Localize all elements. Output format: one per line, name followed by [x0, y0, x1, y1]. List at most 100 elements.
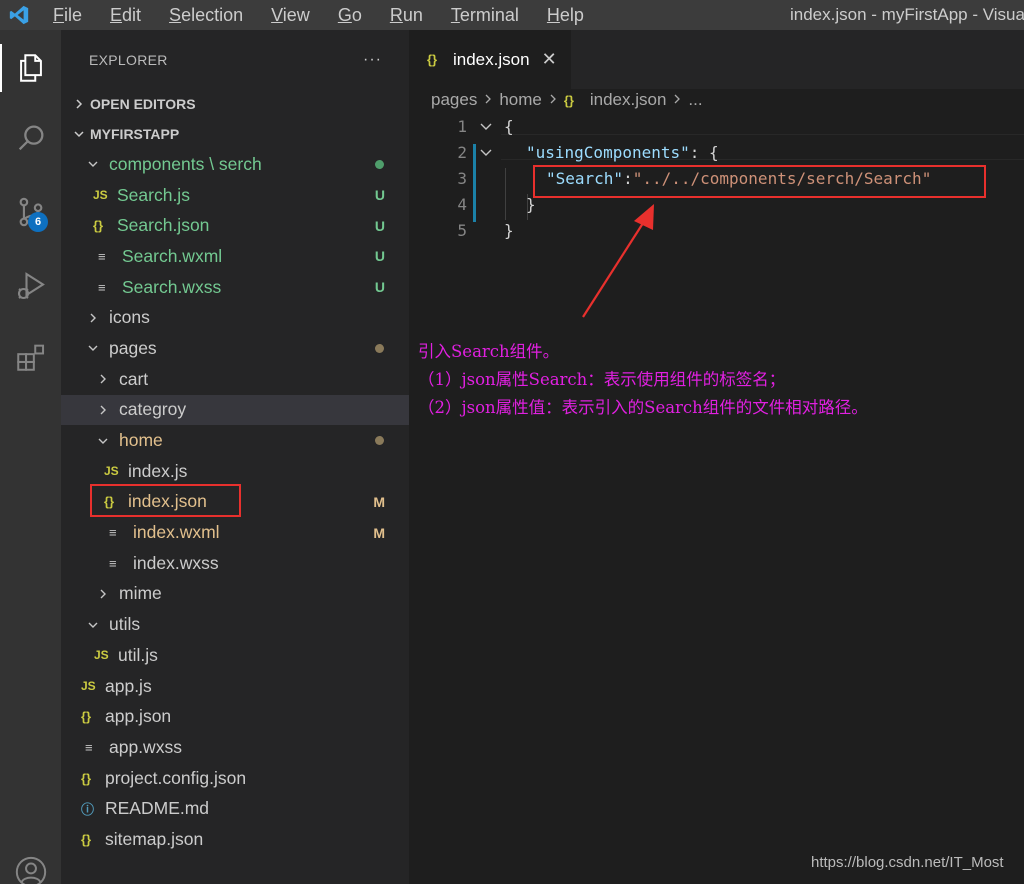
- menu-mnemonic: R: [389, 5, 403, 25]
- breadcrumb-item[interactable]: pages: [431, 90, 477, 110]
- git-status-badge: M: [373, 493, 385, 510]
- chevron-right-icon: [93, 588, 113, 600]
- breadcrumb-separator-icon: [483, 90, 493, 110]
- menu-item-run[interactable]: Run: [375, 0, 436, 30]
- git-status-badge: U: [374, 187, 385, 204]
- tree-item[interactable]: components \ serch: [61, 149, 409, 180]
- menu-label: ile: [64, 5, 83, 25]
- editor-area: {} index.json ✕ pages home {} index.json...…: [409, 30, 1024, 884]
- project-label: MYFIRSTAPP: [90, 126, 180, 142]
- tree-item[interactable]: JS app.js: [61, 671, 409, 702]
- close-icon[interactable]: ✕: [542, 49, 557, 70]
- tree-item-label: Search.js: [117, 184, 190, 205]
- menu-item-edit[interactable]: Edit: [95, 0, 154, 30]
- tree-item[interactable]: ≡ app.wxss: [61, 732, 409, 763]
- breadcrumb-item[interactable]: index.json: [590, 90, 667, 110]
- tree-item-label: util.js: [118, 644, 158, 665]
- menu-label: un: [402, 5, 423, 25]
- menu-label: erminal: [459, 5, 519, 25]
- line-number: 4: [457, 195, 467, 214]
- text-file-icon: ≡: [98, 248, 106, 264]
- tab-index-json[interactable]: {} index.json ✕: [409, 30, 571, 89]
- json-file-icon: {}: [81, 709, 92, 725]
- code-brace: }: [504, 221, 514, 240]
- explorer-icon[interactable]: [0, 38, 61, 98]
- menu-item-terminal[interactable]: Terminal: [436, 0, 532, 30]
- tree-item[interactable]: {} project.config.json: [61, 763, 409, 794]
- run-debug-icon[interactable]: [0, 256, 61, 316]
- tree-item[interactable]: ⓘ README.md: [61, 793, 409, 824]
- menu-item-help[interactable]: Help: [532, 0, 597, 30]
- vscode-logo-icon: [0, 0, 38, 30]
- extensions-icon[interactable]: [0, 327, 61, 387]
- tree-item[interactable]: icons: [61, 302, 409, 333]
- tree-item[interactable]: home: [61, 425, 409, 456]
- text-file-icon: ≡: [98, 279, 106, 295]
- modified-dot-icon: [375, 159, 384, 169]
- tree-item[interactable]: JS Search.js U: [61, 180, 409, 211]
- code-line: 5}: [409, 218, 1024, 244]
- chevron-down-icon: [68, 128, 90, 140]
- tree-item-label: icons: [109, 307, 150, 328]
- info-icon: ⓘ: [81, 802, 95, 818]
- annotation-line-1: 引入Search组件。: [418, 342, 560, 361]
- tree-item-label: index.wxml: [133, 522, 220, 543]
- watermark: https://blog.csdn.net/IT_Most: [811, 854, 1004, 871]
- open-editors-section[interactable]: OPEN EDITORS: [61, 89, 409, 119]
- tree-item-label: categroy: [119, 399, 187, 420]
- tree-item-label: index.wxss: [133, 552, 219, 573]
- tree-item-label: index.js: [128, 460, 188, 481]
- tree-item[interactable]: {} Search.json U: [61, 210, 409, 241]
- menu-item-file[interactable]: File: [38, 0, 95, 30]
- line-number: 3: [457, 169, 467, 188]
- tree-item-label: pages: [109, 337, 157, 358]
- line-number: 5: [457, 221, 467, 240]
- tree-item[interactable]: utils: [61, 609, 409, 640]
- tab-bar: {} index.json ✕: [409, 30, 1024, 89]
- activity-bar: 6: [0, 30, 61, 884]
- tree-item[interactable]: ≡ Search.wxml U: [61, 241, 409, 272]
- tree-item[interactable]: mime: [61, 579, 409, 610]
- tree-item-label: Search.wxss: [122, 276, 222, 297]
- chevron-down-icon: [83, 158, 103, 170]
- menu-item-selection[interactable]: Selection: [154, 0, 256, 30]
- tree-item-label: sitemap.json: [105, 828, 204, 849]
- tree-item[interactable]: JS util.js: [61, 640, 409, 671]
- tree-item[interactable]: cart: [61, 364, 409, 395]
- json-file-icon: {}: [81, 770, 92, 786]
- project-section[interactable]: MYFIRSTAPP: [61, 119, 409, 149]
- chevron-right-icon: [93, 404, 113, 416]
- account-icon[interactable]: [0, 842, 61, 884]
- tree-item[interactable]: JS index.js: [61, 456, 409, 487]
- tree-item[interactable]: ≡ index.wxss: [61, 548, 409, 579]
- menu-item-view[interactable]: View: [256, 0, 323, 30]
- menu-mnemonic: E: [110, 5, 123, 25]
- breadcrumb-item[interactable]: home: [499, 90, 542, 110]
- tree-item[interactable]: ≡ Search.wxss U: [61, 272, 409, 303]
- open-editors-label: OPEN EDITORS: [90, 96, 196, 112]
- more-actions-icon[interactable]: ···: [363, 51, 382, 69]
- line-number: 2: [457, 143, 467, 162]
- tree-item[interactable]: categroy: [61, 394, 409, 426]
- code-line: 2 "usingComponents": {: [409, 140, 1024, 166]
- json-file-icon: {}: [93, 218, 104, 234]
- explorer-header: EXPLORER ···: [61, 30, 409, 89]
- tree-item-label: app.js: [105, 675, 152, 696]
- menu-item-go[interactable]: Go: [323, 0, 375, 30]
- tree-item[interactable]: {} sitemap.json: [61, 824, 409, 855]
- menu-mnemonic: T: [450, 5, 460, 25]
- js-file-icon: JS: [104, 464, 119, 479]
- code-line: 1{: [409, 114, 1024, 140]
- search-icon[interactable]: [0, 108, 61, 168]
- source-control-icon[interactable]: 6: [0, 182, 61, 242]
- chevron-down-icon: [83, 619, 103, 631]
- json-file-icon: {}: [427, 52, 438, 67]
- tree-item[interactable]: ≡ index.wxml M: [61, 517, 409, 548]
- tree-item[interactable]: pages: [61, 333, 409, 364]
- window-title: index.json - myFirstApp - Visual: [790, 5, 1024, 24]
- tab-label: index.json: [453, 49, 530, 69]
- git-status-badge: U: [374, 217, 385, 234]
- menu-mnemonic: V: [271, 5, 283, 25]
- tree-item[interactable]: {} app.json: [61, 701, 409, 732]
- breadcrumb-item[interactable]: ...: [688, 90, 702, 110]
